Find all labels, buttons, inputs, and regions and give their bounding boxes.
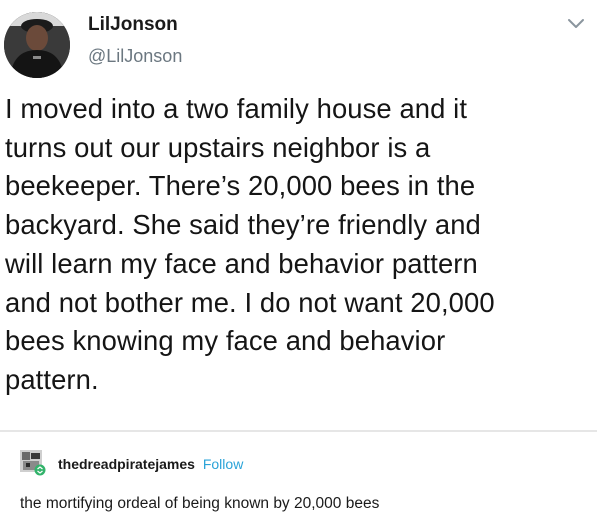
tweet-text-line: backyard. She said they’re friendly and (5, 209, 481, 241)
tweet-text-line: bees knowing my face and behavior (5, 325, 446, 357)
tweet-text-line: turns out our upstairs neighbor is a (5, 131, 431, 163)
tweet-text: I moved into a two family house and it t… (5, 90, 593, 400)
display-name[interactable]: LilJonson (88, 14, 178, 36)
tweet-text-line: and not bother me. I do not want 20,000 (5, 286, 495, 318)
tweet-text-line: beekeeper. There’s 20,000 bees in the (5, 170, 476, 202)
reblog-header: thedreadpiratejames Follow (58, 456, 243, 472)
reblog-comment: the mortifying ordeal of being known by … (20, 495, 380, 512)
tweet-card: LilJonson @LilJonson I moved into a two … (0, 0, 597, 430)
reblog-username[interactable]: thedreadpiratejames (58, 456, 195, 472)
user-handle[interactable]: @LilJonson (88, 46, 182, 67)
reblog-badge-icon (34, 464, 46, 476)
avatar-image (4, 12, 70, 78)
follow-button[interactable]: Follow (203, 456, 243, 472)
avatar[interactable] (4, 12, 70, 78)
divider (0, 430, 597, 432)
tweet-text-line: pattern. (5, 363, 99, 395)
tweet-text-line: will learn my face and behavior pattern (5, 247, 478, 279)
tweet-text-line: I moved into a two family house and it (5, 93, 468, 124)
chevron-down-icon[interactable] (566, 16, 586, 32)
reblog-avatar[interactable] (20, 450, 46, 476)
